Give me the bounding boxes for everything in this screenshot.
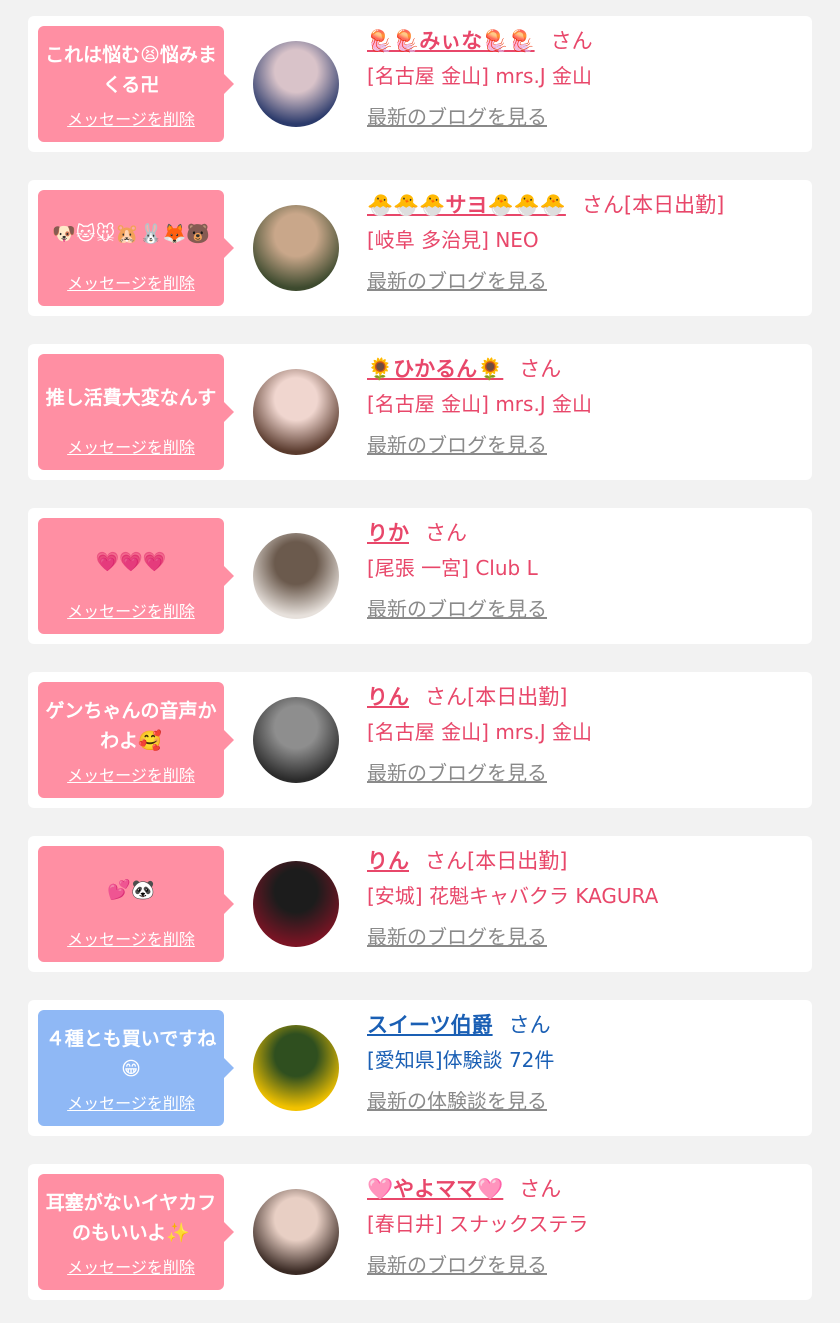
- delete-message-link[interactable]: メッセージを削除: [38, 598, 224, 622]
- sender-name-link[interactable]: 🐣🐣🐣サヨ🐣🐣🐣: [367, 193, 566, 217]
- sender-suffix: さん: [519, 1177, 562, 1201]
- delete-message-link[interactable]: メッセージを削除: [38, 434, 224, 458]
- avatar[interactable]: [253, 205, 339, 291]
- sender-info: りか さん [尾張 一宮] Club L 最新のブログを見る: [367, 518, 802, 624]
- avatar[interactable]: [253, 1189, 339, 1275]
- message-card: 💗💗💗 メッセージを削除 りか さん [尾張 一宮] Club L 最新のブログを…: [28, 508, 812, 644]
- sender-name-link[interactable]: りん: [367, 849, 409, 873]
- sender-info: 🪼🪼みぃな🪼🪼 さん [名古屋 金山] mrs.J 金山 最新のブログを見る: [367, 26, 802, 132]
- sender-suffix: さん: [519, 357, 562, 381]
- sender-name-link[interactable]: 🪼🪼みぃな🪼🪼: [367, 29, 535, 53]
- sender-info: スイーツ伯爵 さん [愛知県]体験談 72件 最新の体験談を見る: [367, 1010, 802, 1116]
- message-card: ４種とも買いですね😁 メッセージを削除 スイーツ伯爵 さん [愛知県]体験談 72…: [28, 1000, 812, 1136]
- message-text: 推し活費大変なんす: [45, 387, 217, 409]
- sender-name-link[interactable]: 🩷やよママ🩷: [367, 1177, 503, 1201]
- shop-label: [尾張 一宮] Club L: [367, 556, 538, 580]
- message-text: 💗💗💗: [95, 551, 167, 573]
- message-text: ４種とも買いですね😁: [45, 1028, 217, 1080]
- message-bubble: これは悩む😫悩みまくる卍 メッセージを削除: [38, 26, 234, 142]
- message-text: 💕🐼: [107, 879, 155, 901]
- message-bubble: 推し活費大変なんす メッセージを削除: [38, 354, 234, 470]
- avatar[interactable]: [253, 369, 339, 455]
- message-text: ゲンちゃんの音声かわよ🥰: [45, 700, 217, 752]
- message-card: 🐶🐱🐭🐹🐰🦊🐻 メッセージを削除 🐣🐣🐣サヨ🐣🐣🐣 さん[本日出勤] [岐阜 多治…: [28, 180, 812, 316]
- message-text: 🐶🐱🐭🐹🐰🦊🐻: [52, 223, 210, 245]
- message-list: これは悩む😫悩みまくる卍 メッセージを削除 🪼🪼みぃな🪼🪼 さん [名古屋 金山]…: [0, 0, 840, 1300]
- shop-label: [名古屋 金山] mrs.J 金山: [367, 720, 593, 744]
- message-bubble: 💕🐼 メッセージを削除: [38, 846, 234, 962]
- message-bubble: 🐶🐱🐭🐹🐰🦊🐻 メッセージを削除: [38, 190, 234, 306]
- delete-message-link[interactable]: メッセージを削除: [38, 106, 224, 130]
- sender-suffix: さん[本日出勤]: [425, 849, 568, 873]
- shop-label: [愛知県]体験談 72件: [367, 1048, 555, 1072]
- sender-name-link[interactable]: スイーツ伯爵: [367, 1013, 493, 1037]
- sender-name-link[interactable]: りか: [367, 521, 409, 545]
- sender-name-link[interactable]: りん: [367, 685, 409, 709]
- sender-suffix: さん: [550, 29, 593, 53]
- sender-suffix: さん[本日出勤]: [581, 193, 725, 217]
- message-bubble: 💗💗💗 メッセージを削除: [38, 518, 234, 634]
- avatar[interactable]: [253, 697, 339, 783]
- sender-suffix: さん[本日出勤]: [425, 685, 568, 709]
- message-bubble: ゲンちゃんの音声かわよ🥰 メッセージを削除: [38, 682, 234, 798]
- message-card: 💕🐼 メッセージを削除 りん さん[本日出勤] [安城] 花魁キャバクラ KAGU…: [28, 836, 812, 972]
- sender-info: りん さん[本日出勤] [名古屋 金山] mrs.J 金山 最新のブログを見る: [367, 682, 802, 788]
- latest-blog-link[interactable]: 最新のブログを見る: [367, 922, 802, 952]
- shop-label: [安城] 花魁キャバクラ KAGURA: [367, 884, 659, 908]
- delete-message-link[interactable]: メッセージを削除: [38, 1254, 224, 1278]
- shop-label: [春日井] スナックステラ: [367, 1212, 589, 1236]
- sender-info: 🐣🐣🐣サヨ🐣🐣🐣 さん[本日出勤] [岐阜 多治見] NEO 最新のブログを見る: [367, 190, 802, 296]
- delete-message-link[interactable]: メッセージを削除: [38, 1090, 224, 1114]
- shop-label: [名古屋 金山] mrs.J 金山: [367, 392, 593, 416]
- avatar[interactable]: [253, 533, 339, 619]
- latest-review-link[interactable]: 最新の体験談を見る: [367, 1086, 802, 1116]
- sender-info: 🌻ひかるん🌻 さん [名古屋 金山] mrs.J 金山 最新のブログを見る: [367, 354, 802, 460]
- shop-label: [岐阜 多治見] NEO: [367, 228, 539, 252]
- shop-label: [名古屋 金山] mrs.J 金山: [367, 64, 593, 88]
- message-text: これは悩む😫悩みまくる卍: [45, 44, 217, 96]
- message-card: これは悩む😫悩みまくる卍 メッセージを削除 🪼🪼みぃな🪼🪼 さん [名古屋 金山]…: [28, 16, 812, 152]
- delete-message-link[interactable]: メッセージを削除: [38, 270, 224, 294]
- latest-blog-link[interactable]: 最新のブログを見る: [367, 430, 802, 460]
- sender-info: りん さん[本日出勤] [安城] 花魁キャバクラ KAGURA 最新のブログを見る: [367, 846, 802, 952]
- avatar[interactable]: [253, 861, 339, 947]
- sender-suffix: さん: [508, 1013, 551, 1037]
- sender-name-link[interactable]: 🌻ひかるん🌻: [367, 357, 503, 381]
- sender-info: 🩷やよママ🩷 さん [春日井] スナックステラ 最新のブログを見る: [367, 1174, 802, 1280]
- latest-blog-link[interactable]: 最新のブログを見る: [367, 758, 802, 788]
- message-card: 推し活費大変なんす メッセージを削除 🌻ひかるん🌻 さん [名古屋 金山] mrs…: [28, 344, 812, 480]
- message-card: ゲンちゃんの音声かわよ🥰 メッセージを削除 りん さん[本日出勤] [名古屋 金山…: [28, 672, 812, 808]
- message-bubble: ４種とも買いですね😁 メッセージを削除: [38, 1010, 234, 1126]
- avatar[interactable]: [253, 1025, 339, 1111]
- sender-suffix: さん: [425, 521, 467, 545]
- avatar[interactable]: [253, 41, 339, 127]
- message-bubble: 耳塞がないイヤカフのもいいよ✨ メッセージを削除: [38, 1174, 234, 1290]
- message-text: 耳塞がないイヤカフのもいいよ✨: [45, 1192, 217, 1244]
- message-card: 耳塞がないイヤカフのもいいよ✨ メッセージを削除 🩷やよママ🩷 さん [春日井] …: [28, 1164, 812, 1300]
- latest-blog-link[interactable]: 最新のブログを見る: [367, 102, 802, 132]
- latest-blog-link[interactable]: 最新のブログを見る: [367, 594, 802, 624]
- latest-blog-link[interactable]: 最新のブログを見る: [367, 1250, 802, 1280]
- delete-message-link[interactable]: メッセージを削除: [38, 926, 224, 950]
- latest-blog-link[interactable]: 最新のブログを見る: [367, 266, 802, 296]
- delete-message-link[interactable]: メッセージを削除: [38, 762, 224, 786]
